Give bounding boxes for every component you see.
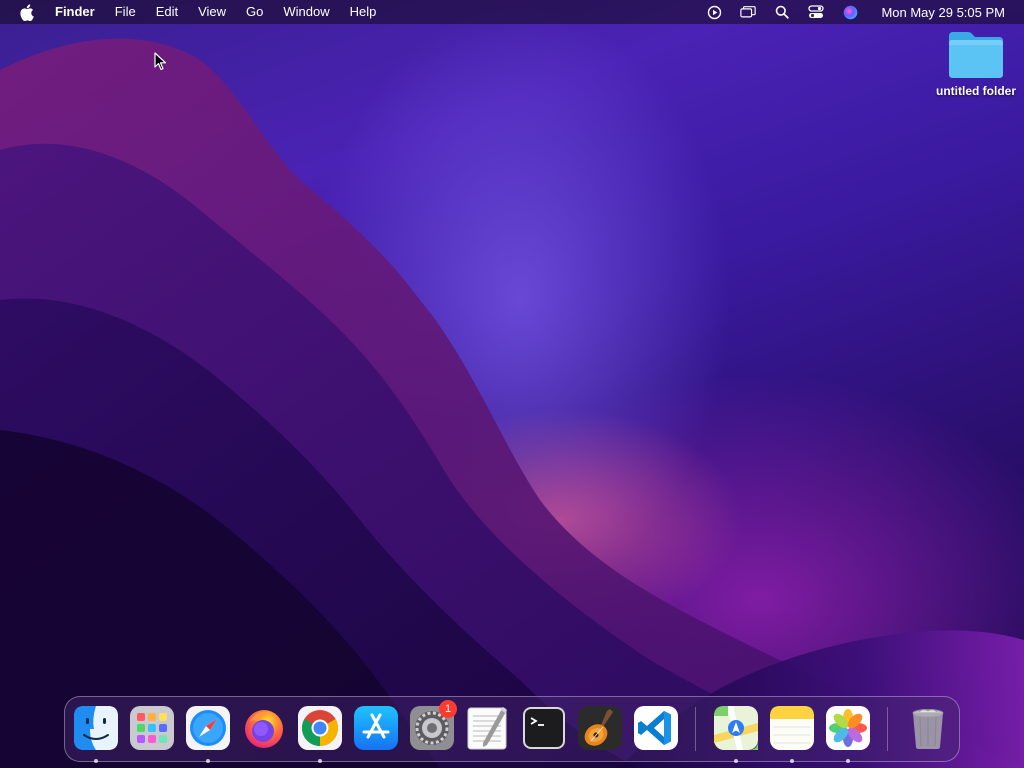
trash-icon	[912, 709, 944, 749]
photos-icon	[826, 706, 870, 750]
notification-badge: 1	[439, 700, 457, 718]
safari-icon	[186, 706, 230, 750]
launchpad-icon	[130, 706, 174, 750]
apple-menu-icon[interactable]	[19, 3, 35, 21]
desktop-folder[interactable]: untitled folder	[928, 28, 1024, 112]
mouse-cursor-icon	[154, 52, 167, 71]
running-indicator	[846, 759, 850, 763]
menu-window[interactable]: Window	[273, 0, 339, 24]
vscode-icon	[634, 706, 678, 750]
menu-bar: Finder File Edit View Go Window Help Mon…	[0, 0, 1024, 24]
dock-app-terminal[interactable]	[521, 705, 567, 751]
menu-help[interactable]: Help	[340, 0, 387, 24]
running-indicator	[790, 759, 794, 763]
dock-app-vscode[interactable]	[633, 705, 679, 751]
dock-app-app-store[interactable]	[353, 705, 399, 751]
wallpaper	[0, 38, 1024, 768]
folder-icon	[949, 32, 1003, 78]
dock-app-photos[interactable]	[825, 705, 871, 763]
menu-edit[interactable]: Edit	[146, 0, 188, 24]
dock-app-garageband[interactable]	[577, 705, 623, 751]
garageband-icon	[578, 706, 622, 750]
maps-icon	[714, 706, 758, 750]
dock-separator	[695, 707, 696, 751]
desktop[interactable]: Finder File Edit View Go Window Help Mon…	[0, 0, 1024, 768]
terminal-icon	[523, 707, 565, 749]
folder-label: untitled folder	[936, 84, 1016, 98]
dock-app-finder[interactable]	[73, 705, 119, 763]
menu-clock[interactable]: Mon May 29 5:05 PM	[867, 5, 1024, 20]
running-indicator	[734, 759, 738, 763]
dock-app-notes[interactable]	[769, 705, 815, 763]
chrome-icon	[298, 706, 342, 750]
window-switch-icon[interactable]	[740, 4, 757, 20]
dock-app-trash[interactable]	[905, 705, 951, 751]
dock-app-chrome[interactable]	[297, 705, 343, 763]
dock-app-system-settings[interactable]: 1	[409, 700, 457, 751]
dock-app-textedit[interactable]	[465, 705, 511, 751]
dock: 1	[64, 696, 960, 763]
dock-separator	[887, 707, 888, 751]
finder-icon	[74, 706, 118, 750]
firefox-icon	[245, 710, 283, 748]
app-store-icon	[354, 706, 398, 750]
control-center-icon[interactable]	[808, 4, 825, 20]
menu-go[interactable]: Go	[236, 0, 273, 24]
menu-file[interactable]: File	[105, 0, 146, 24]
dock-app-launchpad[interactable]	[129, 705, 175, 751]
dock-app-safari[interactable]	[185, 705, 231, 763]
menu-app-name[interactable]: Finder	[47, 0, 105, 24]
running-indicator	[206, 759, 210, 763]
siri-icon[interactable]	[842, 4, 858, 20]
dock-app-firefox[interactable]	[241, 705, 287, 751]
spotlight-search-icon[interactable]	[774, 4, 790, 20]
screen-record-icon[interactable]	[706, 4, 722, 20]
menu-view[interactable]: View	[188, 0, 236, 24]
running-indicator	[318, 759, 322, 763]
textedit-icon	[467, 707, 507, 750]
dock-app-maps[interactable]	[713, 705, 759, 763]
notes-icon	[770, 706, 814, 750]
running-indicator	[94, 759, 98, 763]
